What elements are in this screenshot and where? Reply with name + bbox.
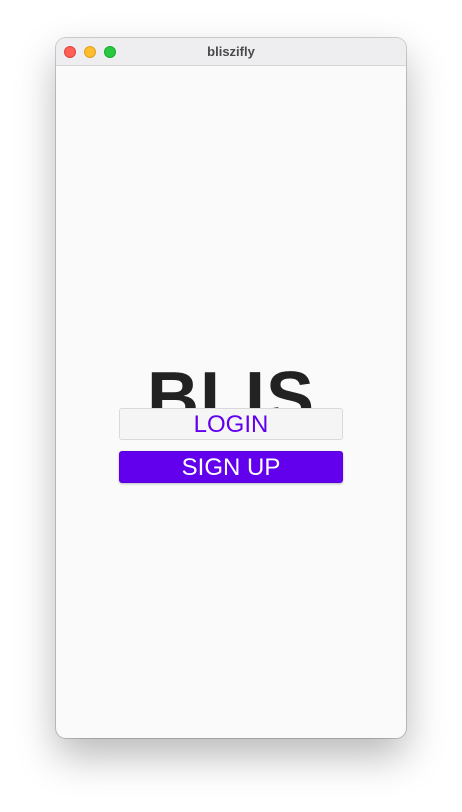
main-content: BLIS LOGIN SIGN UP xyxy=(56,66,406,738)
title-bar[interactable]: bliszifly xyxy=(56,38,406,66)
window-title: bliszifly xyxy=(207,44,255,59)
app-window: bliszifly BLIS LOGIN SIGN UP xyxy=(56,38,406,738)
signup-button[interactable]: SIGN UP xyxy=(119,451,343,483)
login-button[interactable]: LOGIN xyxy=(119,408,343,440)
desktop: bliszifly BLIS LOGIN SIGN UP xyxy=(0,0,462,812)
